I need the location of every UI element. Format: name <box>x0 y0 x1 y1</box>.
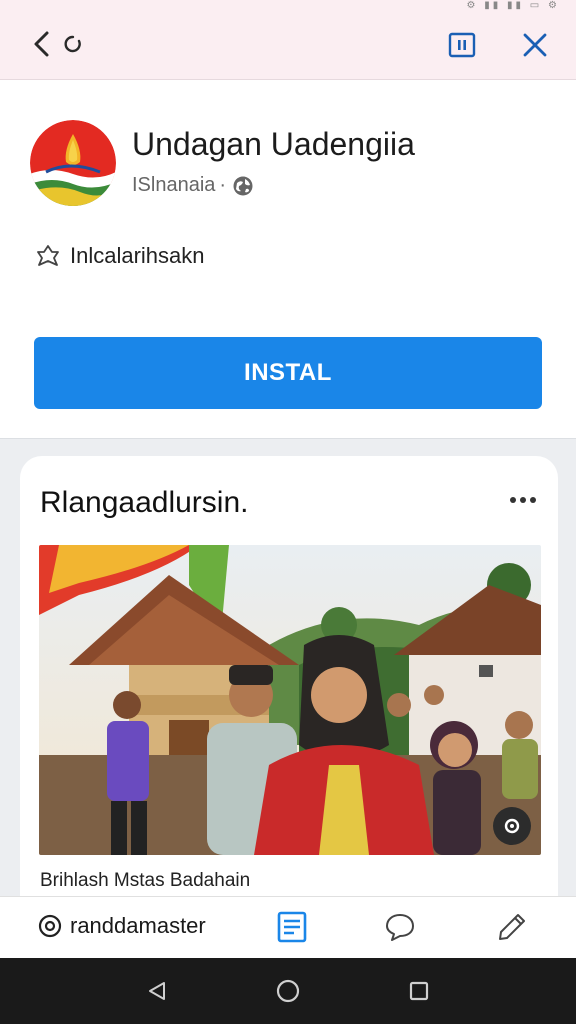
share-icon <box>34 242 62 270</box>
globe-icon <box>232 175 254 197</box>
username: randdamaster <box>70 913 206 938</box>
pen-icon[interactable] <box>494 909 530 945</box>
chevron-left-icon[interactable] <box>26 28 58 60</box>
meta-separator: · <box>219 174 227 196</box>
home-circle-icon[interactable] <box>273 976 303 1006</box>
app-logo <box>30 120 116 206</box>
top-bar <box>0 14 576 80</box>
at-icon <box>38 914 62 938</box>
back-triangle-icon[interactable] <box>142 976 172 1006</box>
bottom-toolbar: randdamaster <box>0 896 576 958</box>
post-title: Rlangaadlursin. <box>40 486 249 519</box>
system-nav-bar <box>0 958 576 1024</box>
comment-icon[interactable] <box>382 909 418 945</box>
status-bar: ⚙ ▮▮ ▮▮ ▭ ⚙ <box>0 0 576 14</box>
more-options-icon[interactable] <box>506 488 540 512</box>
install-button[interactable]: INSTAL <box>34 337 542 409</box>
share-row[interactable]: Inlcalarihsakn <box>34 242 205 270</box>
status-icons: ⚙ ▮▮ ▮▮ ▭ ⚙ <box>466 0 560 11</box>
close-icon[interactable] <box>518 28 552 62</box>
recents-square-icon[interactable] <box>404 976 434 1006</box>
app-header: Undagan Uadengiia ISlnanaia · Inlcalarih… <box>0 80 576 438</box>
publisher-name: ISlnanaia <box>132 174 216 196</box>
pause-box-icon[interactable] <box>446 29 478 61</box>
document-icon[interactable] <box>274 909 310 945</box>
camera-badge-icon[interactable] <box>493 807 531 845</box>
post-caption: Brihlash Mstas Badahain <box>40 870 251 891</box>
app-meta: ISlnanaia · <box>132 174 254 197</box>
post-photo[interactable] <box>39 545 541 855</box>
reload-icon[interactable] <box>60 28 86 60</box>
user-row[interactable]: randdamaster <box>38 913 206 939</box>
share-label: Inlcalarihsakn <box>70 243 205 268</box>
app-title: Undagan Uadengiia <box>132 126 415 162</box>
